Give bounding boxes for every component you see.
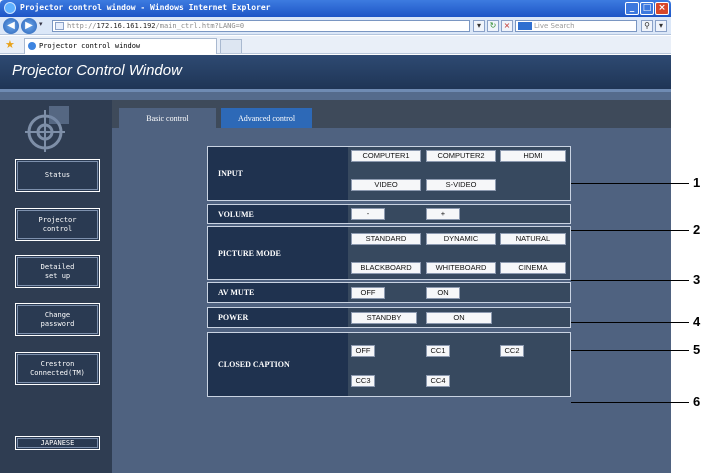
app-title: Projector Control Window: [12, 62, 182, 79]
browser-titlebar: Projector control window - Windows Inter…: [0, 0, 671, 17]
sidebar-item-projector-control[interactable]: Projector control: [15, 208, 100, 241]
picture-mode-label: PICTURE MODE: [218, 248, 281, 258]
input-video-button[interactable]: VIDEO: [351, 179, 421, 191]
tab-basic-control[interactable]: Basic control: [119, 108, 216, 128]
av-mute-label: AV MUTE: [218, 288, 255, 297]
browser-tab[interactable]: Projector control window: [24, 38, 217, 54]
maximize-icon[interactable]: □: [640, 2, 654, 15]
sidebar-item-status[interactable]: Status: [15, 159, 100, 192]
callout-number-1: 1: [693, 175, 701, 190]
sidebar: Status Projector control Detailed set up…: [0, 100, 112, 473]
av-mute-on-button[interactable]: ON: [426, 287, 460, 299]
tab-advanced-control[interactable]: Advanced control: [221, 108, 312, 128]
target-logo-icon: [25, 106, 69, 152]
power-label: POWER: [218, 313, 249, 322]
back-icon[interactable]: ◀: [3, 18, 19, 34]
closed-caption-buttons: OFF CC1 CC2 CC3 CC4: [348, 333, 570, 396]
closed-caption-label: CLOSED CAPTION: [218, 360, 290, 369]
search-placeholder: Live Search: [534, 22, 575, 30]
cc3-button[interactable]: CC3: [351, 375, 375, 387]
browser-tab-title: Projector control window: [39, 42, 141, 50]
callout-number-6: 6: [693, 394, 701, 409]
live-search-icon: [518, 22, 532, 30]
callout-number-3: 3: [693, 272, 701, 287]
callout-line-3: [571, 280, 689, 281]
power-buttons: STANDBY ON: [348, 308, 570, 327]
input-s-video-button[interactable]: S-VIDEO: [426, 179, 496, 191]
sidebar-item-change-password[interactable]: Change password: [15, 303, 100, 336]
favorites-star-icon[interactable]: ★: [5, 38, 15, 51]
picture-cinema-button[interactable]: CINEMA: [500, 262, 566, 274]
header-band: [0, 92, 671, 100]
browser-tabbar: ★ Projector control window: [0, 36, 671, 54]
forward-icon[interactable]: ▶: [21, 18, 37, 34]
window-title: Projector control window - Windows Inter…: [20, 3, 271, 12]
sidebar-item-detailed-set-up[interactable]: Detailed set up: [15, 255, 100, 288]
callout-number-5: 5: [693, 342, 701, 357]
minimize-icon[interactable]: _: [625, 2, 639, 15]
input-hdmi-button[interactable]: HDMI: [500, 150, 566, 162]
picture-whiteboard-button[interactable]: WHITEBOARD: [426, 262, 496, 274]
volume-down-button[interactable]: -: [351, 208, 385, 220]
history-dropdown-icon[interactable]: ▾: [39, 20, 43, 28]
tab-ie-icon: [28, 42, 36, 50]
volume-row: VOLUME - +: [207, 204, 571, 224]
main-content: Basic control Advanced control INPUT COM…: [112, 100, 671, 473]
input-label: INPUT: [218, 169, 243, 178]
callout-line-2: [571, 230, 689, 231]
input-buttons: COMPUTER1 COMPUTER2 HDMI VIDEO S-VIDEO: [348, 147, 570, 200]
stop-icon[interactable]: ×: [501, 20, 513, 32]
projector-app: Projector Control Window Status Projecto…: [0, 55, 671, 473]
japanese-language-button[interactable]: JAPANESE: [15, 436, 100, 450]
av-mute-row: AV MUTE OFF ON: [207, 282, 571, 303]
power-standby-button[interactable]: STANDBY: [351, 312, 417, 324]
volume-up-button[interactable]: +: [426, 208, 460, 220]
input-computer2-button[interactable]: COMPUTER2: [426, 150, 496, 162]
picture-mode-row: PICTURE MODE STANDARD DYNAMIC NATURAL BL…: [207, 226, 571, 280]
address-dropdown-icon[interactable]: ▾: [473, 20, 485, 32]
picture-standard-button[interactable]: STANDARD: [351, 233, 421, 245]
address-path: /main_ctrl.htm?LANG=0: [155, 22, 245, 30]
picture-natural-button[interactable]: NATURAL: [500, 233, 566, 245]
search-input[interactable]: Live Search: [515, 20, 637, 32]
search-go-icon[interactable]: ⚲: [641, 20, 653, 32]
page-icon: [55, 22, 64, 30]
picture-blackboard-button[interactable]: BLACKBOARD: [351, 262, 421, 274]
close-icon[interactable]: ×: [655, 2, 669, 15]
sidebar-item-crestron-connected[interactable]: Crestron Connected(TM): [15, 352, 100, 385]
app-header: Projector Control Window: [0, 55, 671, 89]
ie-logo-icon: [4, 2, 16, 14]
picture-dynamic-button[interactable]: DYNAMIC: [426, 233, 496, 245]
address-host: 172.16.161.192: [96, 22, 156, 30]
callout-line-4: [571, 322, 689, 323]
power-row: POWER STANDBY ON: [207, 307, 571, 328]
volume-buttons: - +: [348, 205, 570, 223]
refresh-icon[interactable]: ↻: [487, 20, 499, 32]
address-toolbar: ◀ ▶ ▾ http://172.16.161.192/main_ctrl.ht…: [0, 17, 671, 35]
cc-off-button[interactable]: OFF: [351, 345, 375, 357]
callout-line-5: [571, 350, 689, 351]
callout-line-1: [571, 183, 689, 184]
power-on-button[interactable]: ON: [426, 312, 492, 324]
cc2-button[interactable]: CC2: [500, 345, 524, 357]
picture-mode-buttons: STANDARD DYNAMIC NATURAL BLACKBOARD WHIT…: [348, 227, 570, 279]
closed-caption-row: CLOSED CAPTION OFF CC1 CC2 CC3 CC4: [207, 332, 571, 397]
search-options-icon[interactable]: ▾: [655, 20, 667, 32]
new-tab-button[interactable]: [220, 39, 242, 53]
av-mute-buttons: OFF ON: [348, 283, 570, 302]
basic-control-panel: INPUT COMPUTER1 COMPUTER2 HDMI VIDEO S-V…: [112, 128, 671, 473]
volume-label: VOLUME: [218, 209, 254, 219]
address-prefix: http://: [67, 22, 97, 30]
callout-number-2: 2: [693, 222, 701, 237]
callout-number-4: 4: [693, 314, 701, 329]
input-row: INPUT COMPUTER1 COMPUTER2 HDMI VIDEO S-V…: [207, 146, 571, 201]
callout-line-6: [571, 402, 689, 403]
cc4-button[interactable]: CC4: [426, 375, 450, 387]
av-mute-off-button[interactable]: OFF: [351, 287, 385, 299]
input-computer1-button[interactable]: COMPUTER1: [351, 150, 421, 162]
cc1-button[interactable]: CC1: [426, 345, 450, 357]
address-input[interactable]: http://172.16.161.192/main_ctrl.htm?LANG…: [52, 20, 470, 32]
